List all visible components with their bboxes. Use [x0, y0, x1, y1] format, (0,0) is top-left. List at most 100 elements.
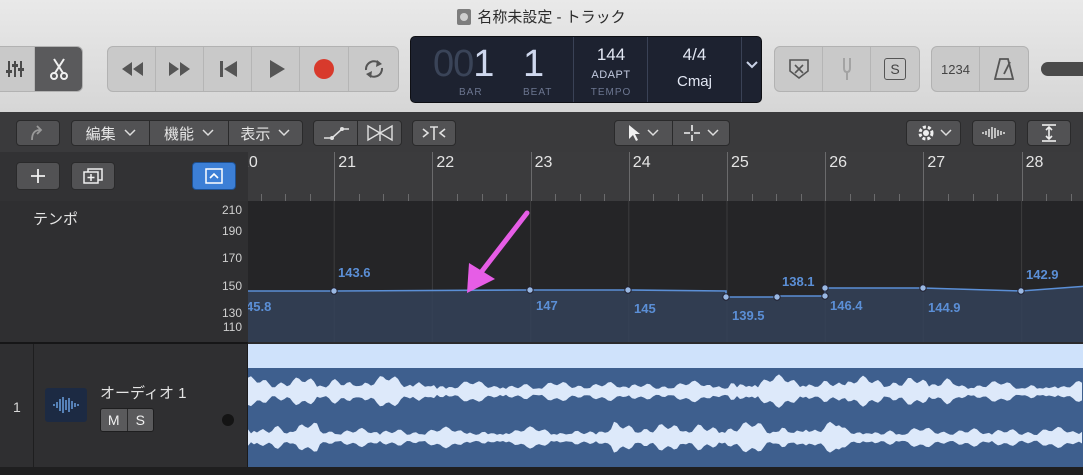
editors-button[interactable] — [35, 47, 82, 91]
bar-value: 1 — [473, 43, 494, 85]
tuning-fork-icon — [842, 58, 851, 80]
scissors-icon — [49, 58, 68, 80]
bar-number: 24 — [632, 154, 651, 171]
mixer-button[interactable] — [0, 47, 35, 91]
bar-line — [334, 152, 336, 201]
tempo-node[interactable] — [821, 292, 829, 300]
edit-menu[interactable]: 編集 — [72, 121, 151, 145]
beat-tick — [456, 194, 458, 201]
record-icon — [314, 59, 334, 79]
bar-number: 26 — [829, 154, 847, 171]
forward-button[interactable] — [156, 47, 204, 91]
function-menu[interactable]: 機能 — [150, 121, 229, 145]
snap-button[interactable] — [412, 120, 456, 146]
beat-tick — [751, 194, 753, 201]
solo-button[interactable]: S — [127, 409, 153, 431]
bar-label: BAR — [459, 87, 483, 98]
annotation-arrow-icon — [467, 210, 530, 293]
crosshair-icon — [683, 125, 700, 141]
region-waveform — [248, 374, 1082, 453]
count-in-button[interactable]: 1234 — [932, 47, 980, 91]
beat-tick — [972, 194, 974, 201]
tempo-point-label: 146.4 — [830, 298, 863, 313]
beat-tick — [1070, 194, 1072, 201]
bar-ruler[interactable]: 20 21 22 23 24 25 26 27 28 — [248, 152, 1083, 202]
flex-button[interactable] — [358, 121, 401, 145]
tempo-point-label: 45.8 — [248, 299, 271, 314]
view-buttons — [0, 46, 83, 92]
track-number: 1 — [13, 399, 21, 415]
tempo-node[interactable] — [821, 284, 829, 292]
cycle-button[interactable] — [349, 47, 398, 91]
vertical-zoom-button[interactable] — [1027, 120, 1071, 146]
play-button[interactable] — [252, 47, 300, 91]
play-icon — [269, 60, 285, 78]
metronome-buttons: 1234 — [931, 46, 1029, 92]
rewind-button[interactable] — [108, 47, 156, 91]
beat-tick — [653, 194, 655, 201]
waveform-channel — [248, 374, 1082, 408]
beat-tick — [358, 194, 360, 201]
region-header[interactable] — [248, 344, 1083, 368]
automation-buttons — [313, 120, 402, 146]
record-button[interactable] — [300, 47, 349, 91]
tempo-point-label: 138.1 — [782, 274, 815, 289]
view-menu-label: 表示 — [240, 125, 271, 143]
bar-number: 25 — [731, 154, 749, 171]
tempo-track-name: テンポ — [33, 211, 79, 228]
tempo-node[interactable] — [773, 293, 781, 301]
bar-number: 23 — [534, 154, 553, 171]
flex-icon — [366, 124, 393, 142]
tempo-value[interactable]: 144 — [574, 45, 648, 65]
catch-button[interactable] — [16, 120, 60, 146]
duplicate-track-button[interactable] — [71, 162, 115, 190]
tempo-node[interactable] — [919, 284, 927, 292]
left-click-tool-menu[interactable] — [615, 121, 673, 145]
audio-region[interactable] — [248, 344, 1083, 467]
settings-menu[interactable] — [906, 120, 961, 146]
waveform-channel — [248, 421, 1082, 453]
bar-line — [923, 152, 925, 201]
global-tracks-icon — [205, 168, 223, 184]
window-title-text: 名称未設定 - トラック — [477, 9, 626, 26]
beat-tick — [383, 194, 385, 201]
lcd-display[interactable]: 001 1 BAR BEAT 144 ADAPT TEMPO 4/4 Cmaj — [410, 36, 762, 103]
chevron-down-icon — [202, 129, 214, 137]
tempo-node[interactable] — [624, 286, 632, 294]
view-menu[interactable]: 表示 — [229, 121, 302, 145]
tuner-button[interactable] — [823, 47, 871, 91]
tempo-point-label: 147 — [536, 298, 558, 313]
add-track-button[interactable] — [16, 162, 60, 190]
waveform-zoom-button[interactable] — [972, 120, 1016, 146]
master-volume-slider[interactable] — [1041, 62, 1083, 76]
record-enable-button[interactable] — [222, 414, 234, 426]
bar-line — [727, 152, 728, 201]
lcd-mode-dropdown[interactable] — [742, 57, 761, 75]
solo-mode-button[interactable]: S — [871, 47, 919, 91]
global-tracks-button[interactable] — [192, 162, 236, 190]
mute-button[interactable]: M — [101, 409, 128, 431]
tempo-mode[interactable]: ADAPT — [574, 69, 648, 81]
tempo-node[interactable] — [1017, 287, 1025, 295]
audio-track-header[interactable]: 1 オーディオ 1 M S — [0, 342, 248, 467]
right-click-tool-menu[interactable] — [673, 121, 730, 145]
cycle-icon — [364, 60, 383, 78]
tempo-node[interactable] — [722, 293, 730, 301]
beat-tick — [898, 194, 900, 201]
replace-mode-button[interactable] — [775, 47, 823, 91]
tempo-curve[interactable]: 45.8 143.6 147 145 139.5 138.1 146.4 144.9 142.9 — [248, 201, 1083, 342]
metronome-button[interactable] — [980, 47, 1028, 91]
key-signature[interactable]: Cmaj — [648, 73, 741, 90]
automation-button[interactable] — [314, 121, 358, 145]
transport-buttons — [107, 46, 399, 92]
go-to-beginning-button[interactable] — [204, 47, 252, 91]
chevron-down-icon — [745, 61, 758, 69]
track-header-toolbar — [0, 152, 249, 202]
bar-number: 28 — [1025, 154, 1044, 171]
tempo-point-label: 143.6 — [338, 265, 371, 280]
tempo-lane[interactable]: 45.8 143.6 147 145 139.5 138.1 146.4 144.9 142.9 — [248, 201, 1083, 342]
track-name[interactable]: オーディオ 1 — [100, 382, 186, 403]
tempo-node[interactable] — [330, 287, 338, 295]
track-icon — [45, 388, 87, 422]
time-signature[interactable]: 4/4 — [648, 45, 741, 65]
